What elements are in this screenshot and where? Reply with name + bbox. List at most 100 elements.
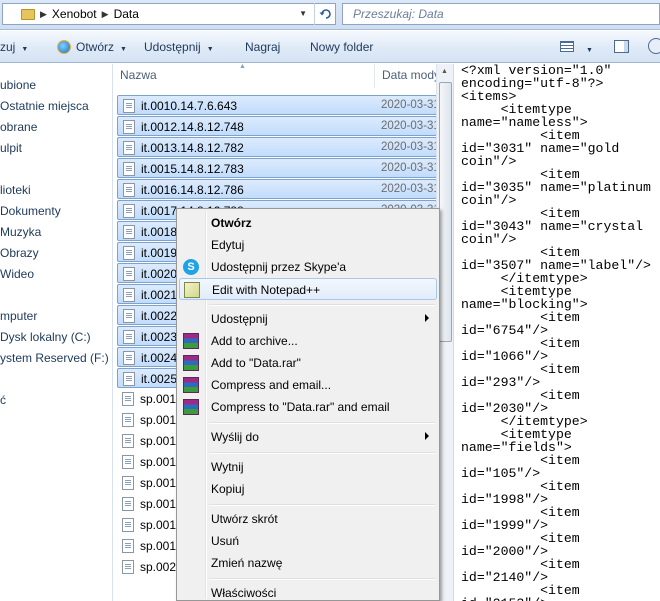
file-icon — [122, 413, 134, 427]
file-icon — [123, 309, 135, 323]
menu-item-add-to-data-rar[interactable]: Add to "Data.rar" — [179, 352, 437, 374]
file-name: it.0024 — [141, 351, 178, 365]
file-name: it.0016.14.8.12.786 — [141, 183, 244, 197]
file-icon — [123, 141, 135, 155]
menu-separator — [209, 578, 435, 580]
nav-item[interactable]: ystem Reserved (F:) — [0, 351, 109, 365]
winrar-icon — [183, 355, 199, 371]
menu-item-edytuj[interactable]: Edytuj — [179, 234, 437, 256]
winrar-icon — [183, 377, 199, 393]
file-icon — [122, 497, 134, 511]
file-row[interactable]: it.0015.14.8.12.783 2020-03-31 — [117, 158, 440, 178]
menu-item-zmie-nazw[interactable]: Zmień nazwę — [179, 552, 437, 574]
nav-item[interactable]: ulpit — [0, 141, 22, 155]
file-icon — [123, 225, 135, 239]
nav-item[interactable]: ć — [0, 393, 6, 407]
nav-item[interactable]: obrane — [0, 120, 37, 134]
file-icon — [123, 288, 135, 302]
menu-item-utw-rz-skr-t[interactable]: Utwórz skrót — [179, 508, 437, 530]
nav-item[interactable]: ubione — [0, 78, 36, 92]
file-row[interactable]: it.0010.14.7.6.643 2020-03-31 — [117, 95, 440, 115]
file-name: it.0023 — [141, 330, 178, 344]
search-input[interactable]: Przeszukaj: Data — [342, 3, 660, 25]
nav-item[interactable]: Obrazy — [0, 246, 39, 260]
context-menu: Otwórz Edytuj S Udostępnij przez Skype'a Edi… — [176, 208, 440, 601]
menu-separator — [209, 452, 435, 454]
file-icon — [122, 434, 134, 448]
refresh-button[interactable] — [314, 3, 336, 25]
sort-ascending-icon: ▲ — [239, 64, 246, 70]
preview-pane-icon[interactable] — [614, 40, 629, 53]
view-options-icon[interactable] — [560, 41, 574, 52]
menu-item-add-to-archive[interactable]: Add to archive... — [179, 330, 437, 352]
menu-item-w-a-ciwo-ci[interactable]: Właściwości — [179, 582, 437, 601]
file-name: it.0025 — [141, 372, 178, 386]
menu-item-otw-rz[interactable]: Otwórz — [179, 212, 437, 234]
help-icon[interactable] — [648, 38, 660, 54]
menu-item-compress-and-email[interactable]: Compress and email... — [179, 374, 437, 396]
new-folder-button[interactable]: Nowy folder — [310, 40, 373, 54]
nav-item[interactable]: Ostatnie miejsca — [0, 99, 89, 113]
nav-item[interactable]: Muzyka — [0, 225, 41, 239]
scroll-up-icon[interactable]: ▲ — [441, 68, 448, 75]
file-name: it.0010.14.7.6.643 — [141, 99, 238, 113]
refresh-icon — [319, 9, 331, 19]
file-name: it.0020 — [141, 267, 178, 281]
menu-item-kopiuj[interactable]: Kopiuj — [179, 478, 437, 500]
menu-item-edit-with-notepad[interactable]: Edit with Notepad++ — [179, 278, 437, 300]
nav-item[interactable]: Dokumenty — [0, 204, 61, 218]
folder-icon — [21, 8, 35, 20]
nav-item[interactable]: Dysk lokalny (C:) — [0, 330, 91, 344]
share-label: Udostępnij — [144, 40, 201, 54]
menu-item-usu[interactable]: Usuń — [179, 530, 437, 552]
file-date: 2020-03-31 — [381, 183, 440, 195]
skype-icon: S — [183, 259, 199, 275]
menu-item-udost-pnij-przez-skype-a[interactable]: S Udostępnij przez Skype'a — [179, 256, 437, 278]
nav-item[interactable]: Wideo — [0, 267, 34, 281]
file-name: it.0015.14.8.12.783 — [141, 162, 244, 176]
menu-item-wytnij[interactable]: Wytnij — [179, 456, 437, 478]
menu-item-wy-lij-do[interactable]: Wyślij do — [179, 426, 437, 448]
file-icon — [122, 455, 134, 469]
file-icon — [123, 99, 135, 113]
menu-item-label: Kopiuj — [211, 482, 245, 496]
menu-item-udost-pnij[interactable]: Udostępnij — [179, 308, 437, 330]
navigation-pane: ubione Ostatnie miejsca obrane ulpit lioteki… — [0, 64, 113, 601]
file-row[interactable]: it.0012.14.8.12.748 2020-03-31 — [117, 116, 440, 136]
burn-button[interactable]: Nagraj — [245, 40, 280, 54]
address-dropdown-icon[interactable]: ▼ — [299, 9, 307, 18]
file-row[interactable]: it.0013.14.8.12.782 2020-03-31 — [117, 137, 440, 157]
notepad-plus-plus-icon — [184, 282, 200, 298]
nav-item[interactable]: mputer — [0, 309, 37, 323]
file-icon — [123, 120, 135, 134]
submenu-arrow-icon — [425, 314, 429, 322]
view-dropdown-icon[interactable]: ▼ — [586, 41, 593, 55]
breadcrumb-data[interactable]: Data — [114, 7, 139, 21]
address-bar[interactable]: ▶ Xenobot ▶ Data ▼ — [2, 3, 336, 25]
file-icon — [122, 539, 134, 553]
file-icon — [123, 267, 135, 281]
file-row[interactable]: it.0016.14.8.12.786 2020-03-31 — [117, 179, 440, 199]
breadcrumb-separator-icon[interactable]: ▶ — [102, 9, 109, 20]
menu-separator — [209, 504, 435, 506]
winrar-icon — [183, 333, 199, 349]
column-header-date[interactable]: Data mody — [375, 64, 437, 88]
breadcrumb-separator-icon[interactable]: ▶ — [40, 9, 47, 20]
nav-item[interactable]: lioteki — [0, 183, 31, 197]
file-icon — [123, 372, 135, 386]
file-name: it.0018 — [141, 225, 178, 239]
breadcrumb-xenobot[interactable]: Xenobot — [52, 7, 97, 21]
scrollbar-thumb[interactable] — [439, 82, 452, 342]
menu-item-label: Udostępnij przez Skype'a — [211, 260, 347, 274]
menu-item-label: Compress and email... — [211, 378, 332, 392]
column-header-name[interactable]: Nazwa ▲ — [113, 64, 375, 88]
share-button[interactable]: Udostępnij ▼ — [144, 40, 214, 54]
open-button[interactable]: Otwórz ▼ — [57, 40, 127, 54]
organize-button[interactable]: zuj ▼ — [0, 40, 28, 54]
menu-item-compress-to-data-rar-and-email[interactable]: Compress to "Data.rar" and email — [179, 396, 437, 418]
menu-item-label: Compress to "Data.rar" and email — [211, 400, 390, 414]
file-icon — [123, 330, 135, 344]
menu-item-label: Edit with Notepad++ — [212, 283, 321, 297]
menu-item-label: Edytuj — [211, 238, 245, 252]
column-name-label: Nazwa — [120, 68, 157, 82]
